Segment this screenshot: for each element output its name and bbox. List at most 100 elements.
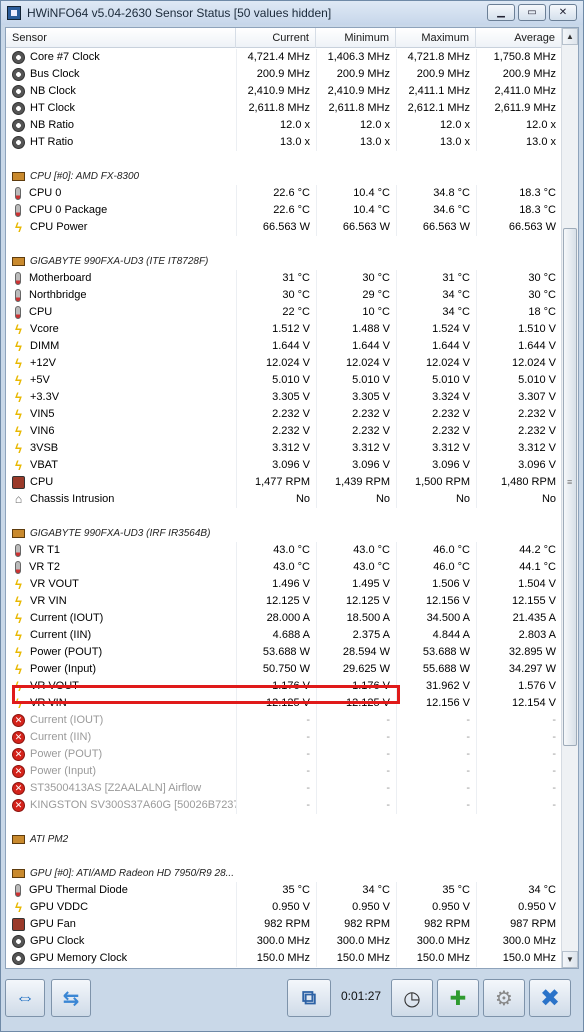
group-header-row[interactable]: GIGABYTE 990FXA-UD3 (IRF IR3564B) [6, 525, 562, 542]
sensor-name-cell: ATI PM2 [6, 831, 236, 848]
table-row[interactable]: VR T1 43.0 °C 43.0 °C 46.0 °C 44.2 °C [6, 542, 562, 559]
column-header-maximum[interactable]: Maximum [396, 28, 476, 48]
sensor-label: VBAT [30, 459, 58, 471]
group-header-row[interactable]: CPU [#0]: AMD FX-8300 [6, 168, 562, 185]
sensor-label: +5V [30, 374, 50, 386]
reset-clock-button[interactable]: ◷ [391, 979, 433, 1017]
sensor-name-cell: ϟ +5V [6, 372, 236, 389]
table-row[interactable]: CPU 1,477 RPM 1,439 RPM 1,500 RPM 1,480 RPM [6, 474, 562, 491]
table-row[interactable]: Northbridge 30 °C 29 °C 34 °C 30 °C [6, 287, 562, 304]
table-row[interactable]: ϟ VIN6 2.232 V 2.232 V 2.232 V 2.232 V [6, 423, 562, 440]
maximize-button[interactable]: ▭ [518, 4, 546, 21]
network-button[interactable]: ⧉ [287, 979, 331, 1017]
table-row[interactable]: ϟ VR VIN 12.125 V 12.125 V 12.156 V 12.155 V [6, 593, 562, 610]
table-row[interactable]: HT Ratio 13.0 x 13.0 x 13.0 x 13.0 x [6, 134, 562, 151]
table-row[interactable]: CPU 0 22.6 °C 10.4 °C 34.8 °C 18.3 °C [6, 185, 562, 202]
table-row[interactable]: ϟ VR VOUT 1.496 V 1.495 V 1.506 V 1.504 V [6, 576, 562, 593]
table-row[interactable]: CPU 0 Package 22.6 °C 10.4 °C 34.6 °C 18.3 °… [6, 202, 562, 219]
table-row[interactable]: ✕ Current (IIN) - - - - [6, 729, 562, 746]
bolt-icon: ϟ [15, 458, 22, 473]
table-row[interactable]: HT Clock 2,611.8 MHz 2,611.8 MHz 2,612.1 MH… [6, 100, 562, 117]
average-value: 66.563 W [476, 219, 562, 236]
table-row[interactable]: ⌂ Chassis Intrusion No No No No [6, 491, 562, 508]
scroll-down-button[interactable]: ▼ [562, 951, 578, 968]
sensor-label: GPU Fan [30, 918, 76, 930]
close-button[interactable]: ✖ [529, 979, 571, 1017]
bolt-icon: ϟ [15, 220, 22, 235]
maximum-value: 982 RPM [396, 916, 476, 933]
table-row[interactable]: ϟ +3.3V 3.305 V 3.305 V 3.324 V 3.307 V [6, 389, 562, 406]
title-bar[interactable]: HWiNFO64 v5.04-2630 Sensor Status [50 va… [1, 1, 583, 25]
current-value: 4,721.4 MHz [236, 49, 316, 66]
table-row[interactable]: ϟ CPU Power 66.563 W 66.563 W 66.563 W 66.563… [6, 219, 562, 236]
vertical-scrollbar[interactable]: ▲ ▼ [561, 28, 578, 968]
group-header-row[interactable]: GPU [#0]: ATI/AMD Radeon HD 7950/R9 28..… [6, 865, 562, 882]
error-icon: ✕ [12, 799, 25, 812]
column-header-average[interactable]: Average [476, 28, 562, 48]
collapse-button[interactable]: ⇆ [51, 979, 91, 1017]
current-value: 12.125 V [236, 593, 316, 610]
table-row[interactable]: ✕ Power (Input) - - - - [6, 763, 562, 780]
sensor-label: VR T1 [29, 544, 60, 556]
current-value: - [236, 712, 316, 729]
table-row[interactable]: ✕ KINGSTON SV300S37A60G [50026B7237... - - -… [6, 797, 562, 814]
table-row[interactable]: ϟ +5V 5.010 V 5.010 V 5.010 V 5.010 V [6, 372, 562, 389]
current-value: 2,611.8 MHz [236, 100, 316, 117]
table-row[interactable]: ϟ GPU VDDC 0.950 V 0.950 V 0.950 V 0.950 V [6, 899, 562, 916]
table-row[interactable]: ϟ VIN5 2.232 V 2.232 V 2.232 V 2.232 V [6, 406, 562, 423]
close-window-button[interactable]: ✕ [549, 4, 577, 21]
column-header-minimum[interactable]: Minimum [316, 28, 396, 48]
current-value: 1,477 RPM [236, 474, 316, 491]
sensor-name-cell: CPU 0 [6, 185, 236, 202]
table-row[interactable]: ✕ Current (IOUT) - - - - [6, 712, 562, 729]
sensor-label: CPU Power [30, 221, 88, 233]
table-row[interactable]: NB Clock 2,410.9 MHz 2,410.9 MHz 2,411.1 MH… [6, 83, 562, 100]
table-row[interactable]: ϟ Power (Input) 50.750 W 29.625 W 55.688 W 34… [6, 661, 562, 678]
table-row[interactable]: GPU Thermal Diode 35 °C 34 °C 35 °C 34 °C [6, 882, 562, 899]
table-row[interactable]: NB Ratio 12.0 x 12.0 x 12.0 x 12.0 x [6, 117, 562, 134]
minimum-value: 200.9 MHz [316, 66, 396, 83]
table-row[interactable]: ϟ 3VSB 3.312 V 3.312 V 3.312 V 3.312 V [6, 440, 562, 457]
current-value: 1.644 V [236, 338, 316, 355]
log-button[interactable]: ✚ [437, 979, 479, 1017]
bolt-icon: ϟ [15, 407, 22, 422]
table-row[interactable]: ϟ +12V 12.024 V 12.024 V 12.024 V 12.024 V [6, 355, 562, 372]
table-row[interactable]: Core #7 Clock 4,721.4 MHz 1,406.3 MHz 4,721… [6, 49, 562, 66]
minimum-value: 13.0 x [316, 134, 396, 151]
table-row[interactable]: ✕ Power (POUT) - - - - [6, 746, 562, 763]
sensor-name-cell: ϟ CPU Power [6, 219, 236, 236]
table-row[interactable]: ϟ Power (POUT) 53.688 W 28.594 W 53.688 W 32.… [6, 644, 562, 661]
table-row[interactable]: Motherboard 31 °C 30 °C 31 °C 30 °C [6, 270, 562, 287]
sensor-name-cell: GPU Memory Clock [6, 950, 236, 967]
table-row[interactable]: GPU Memory Clock 150.0 MHz 150.0 MHz 150.0 … [6, 950, 562, 967]
minimum-value: 10.4 °C [316, 185, 396, 202]
table-row[interactable]: Bus Clock 200.9 MHz 200.9 MHz 200.9 MHz 200.… [6, 66, 562, 83]
table-row[interactable]: CPU 22 °C 10 °C 34 °C 18 °C [6, 304, 562, 321]
table-row[interactable]: ϟ Current (IIN) 4.688 A 2.375 A 4.844 A 2.803… [6, 627, 562, 644]
sensor-name-cell: VR T2 [6, 559, 236, 576]
column-header-sensor[interactable]: Sensor [6, 28, 236, 48]
minimize-button[interactable]: ▁ [487, 4, 515, 21]
expand-button[interactable]: ⇔ [5, 979, 45, 1017]
table-row[interactable]: VR T2 43.0 °C 43.0 °C 46.0 °C 44.1 °C [6, 559, 562, 576]
scroll-thumb[interactable] [563, 228, 577, 746]
scroll-up-button[interactable]: ▲ [562, 28, 578, 45]
table-row[interactable]: GPU Clock 300.0 MHz 300.0 MHz 300.0 MHz 300.… [6, 933, 562, 950]
current-value: 3.096 V [236, 457, 316, 474]
table-row[interactable]: ϟ Current (IOUT) 28.000 A 18.500 A 34.500 A2… [6, 610, 562, 627]
column-header-current[interactable]: Current [236, 28, 316, 48]
group-header-row[interactable]: GIGABYTE 990FXA-UD3 (ITE IT8728F) [6, 253, 562, 270]
maximum-value: 12.156 V [396, 593, 476, 610]
table-row[interactable]: ✕ ST3500413AS [Z2AALALN] Airflow - - - - [6, 780, 562, 797]
table-row[interactable]: ϟ Vcore 1.512 V 1.488 V 1.524 V 1.510 V [6, 321, 562, 338]
table-row[interactable]: ϟ VR VOUT 1.176 V 1.176 V 31.962 V 1.576 V [6, 678, 562, 695]
settings-button[interactable]: ⚙ [483, 979, 525, 1017]
table-row[interactable]: GPU Fan 982 RPM 982 RPM 982 RPM 987 RPM [6, 916, 562, 933]
average-value: 2,611.9 MHz [476, 100, 562, 117]
table-row[interactable]: ϟ DIMM 1.644 V 1.644 V 1.644 V 1.644 V [6, 338, 562, 355]
minimum-value: - [316, 763, 396, 780]
group-header-row[interactable]: ATI PM2 [6, 831, 562, 848]
average-value: 30 °C [476, 287, 562, 304]
table-row[interactable]: ϟ VR VIN 12.125 V 12.125 V 12.156 V 12.154 V [6, 695, 562, 712]
table-row[interactable]: ϟ VBAT 3.096 V 3.096 V 3.096 V 3.096 V [6, 457, 562, 474]
